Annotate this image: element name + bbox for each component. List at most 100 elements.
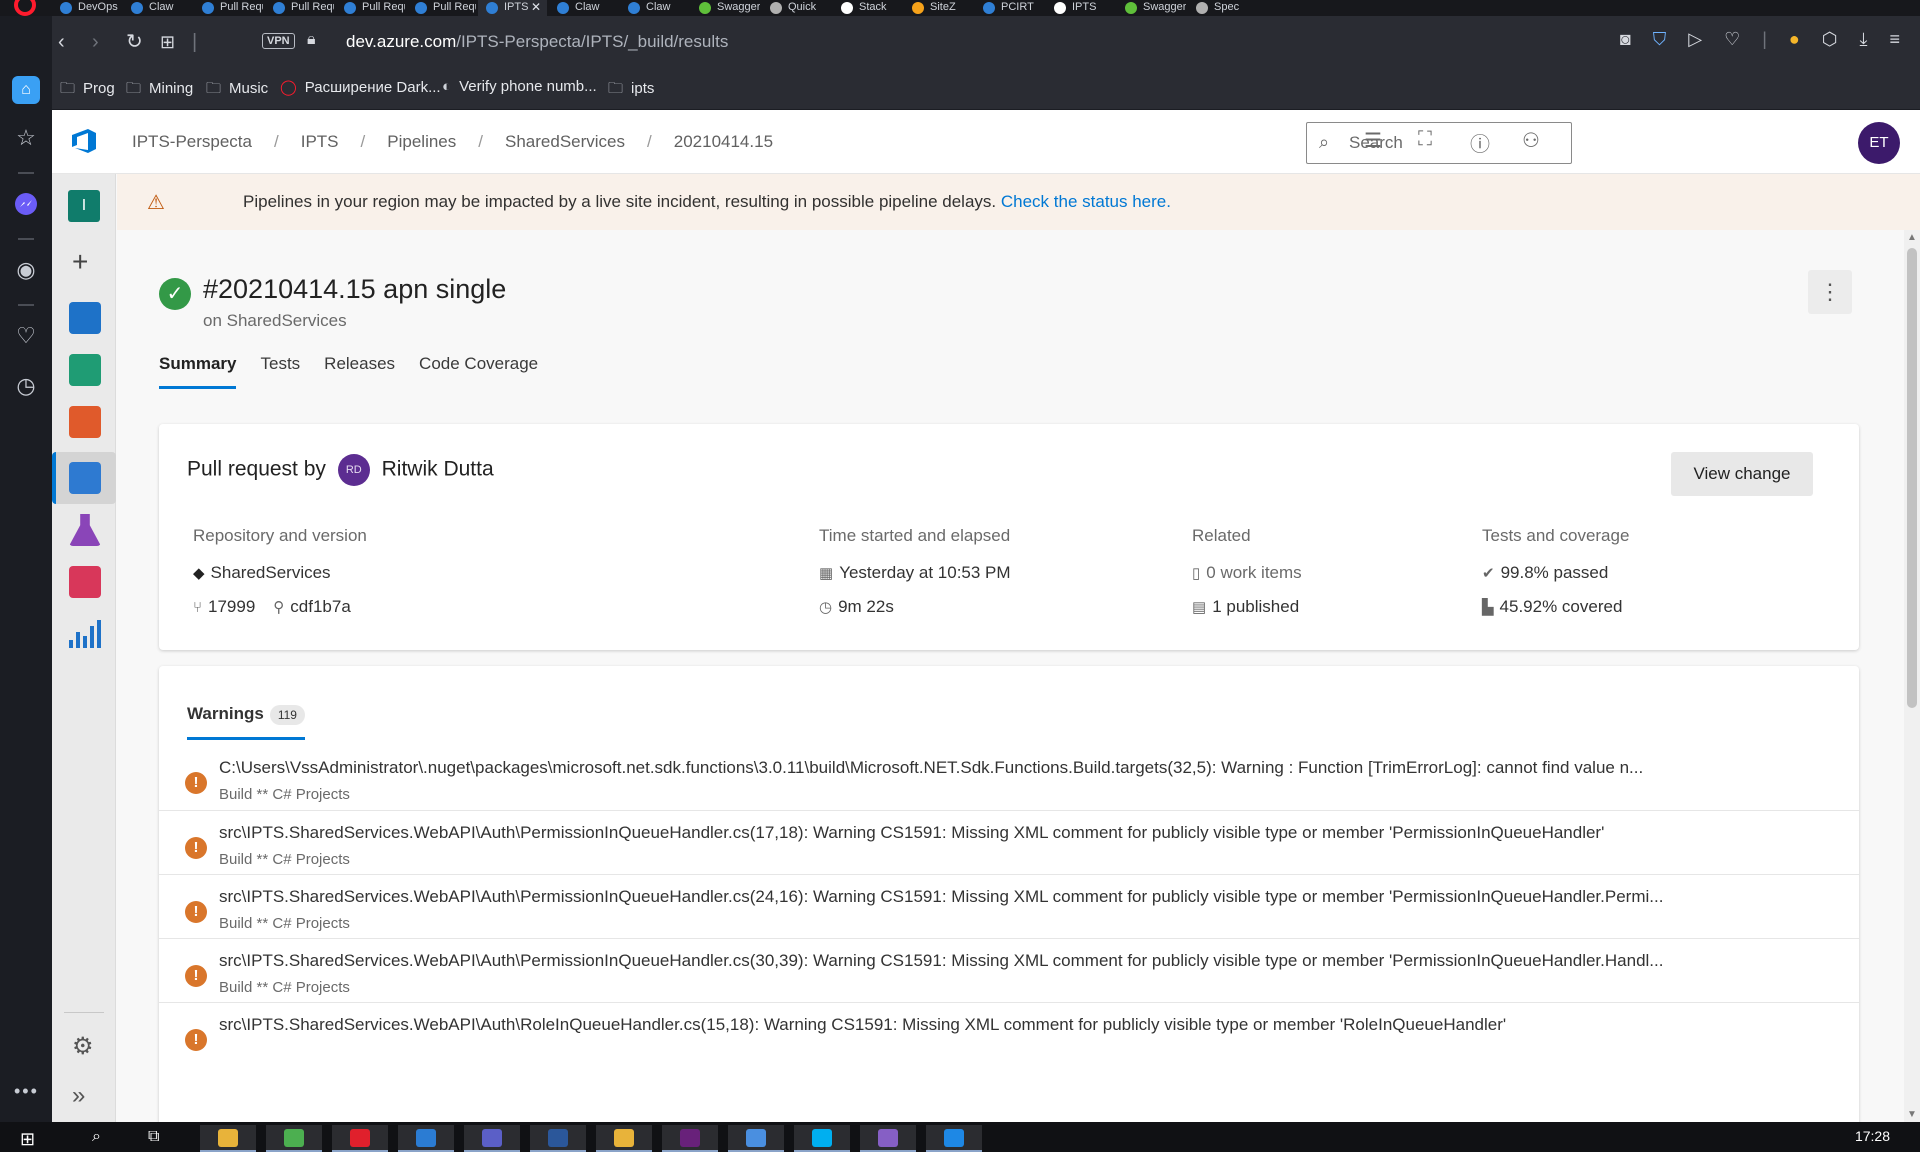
browser-tab[interactable]: Claw: [620, 0, 689, 16]
taskbar-app[interactable]: [464, 1125, 520, 1152]
tab-tests[interactable]: Tests: [260, 354, 300, 389]
work-items-list-icon[interactable]: ☰: [1364, 128, 1382, 153]
breadcrumb-item[interactable]: IPTS: [301, 132, 339, 152]
tab-releases[interactable]: Releases: [324, 354, 395, 389]
taskbar-app[interactable]: [266, 1125, 322, 1152]
breadcrumb-item[interactable]: Pipelines: [387, 132, 456, 152]
page-scrollbar[interactable]: ▲ ▼: [1904, 230, 1920, 1122]
browser-tab[interactable]: IPTS ✕: [478, 0, 547, 16]
status-link[interactable]: Check the status here.: [1001, 192, 1171, 211]
player-icon[interactable]: ◉: [12, 256, 40, 284]
browser-tab[interactable]: Stack: [833, 0, 902, 16]
breadcrumb-item[interactable]: 20210414.15: [674, 132, 773, 152]
bookmark-item[interactable]: 🗀︎ Mining: [126, 78, 193, 103]
author-name[interactable]: Ritwik Dutta: [382, 458, 494, 481]
taskbar-app[interactable]: [662, 1125, 718, 1152]
browser-tab[interactable]: Swagger: [1117, 0, 1186, 16]
taskbar-app[interactable]: [596, 1125, 652, 1152]
project-tile[interactable]: I: [68, 190, 100, 222]
forward-icon[interactable]: ›: [92, 30, 99, 54]
shield-icon[interactable]: ⛉: [1653, 29, 1667, 50]
clock[interactable]: 17:28: [1855, 1128, 1890, 1144]
browser-tab[interactable]: Pull Requests: [407, 0, 476, 16]
taskbar-search-icon[interactable]: ⌕: [92, 1128, 101, 1146]
taskbar-app[interactable]: [794, 1125, 850, 1152]
view-change-button[interactable]: View change: [1671, 452, 1813, 496]
browser-tab[interactable]: PCIRT: [975, 0, 1044, 16]
scroll-up-icon[interactable]: ▲: [1907, 232, 1917, 243]
coverage[interactable]: 45.92% covered: [1500, 597, 1623, 616]
browser-tab[interactable]: Pull Requests: [265, 0, 334, 16]
run-subtitle[interactable]: on SharedServices: [203, 311, 347, 331]
warning-row[interactable]: ! src\IPTS.SharedServices.WebAPI\Auth\Rol…: [159, 1002, 1859, 1081]
boards-icon[interactable]: [69, 354, 101, 386]
back-icon[interactable]: ‹: [58, 30, 65, 54]
artifacts-icon[interactable]: [69, 566, 101, 598]
scrollbar-thumb[interactable]: [1907, 248, 1917, 708]
commit-id[interactable]: cdf1b7a: [290, 597, 351, 616]
tab-summary[interactable]: Summary: [159, 354, 237, 389]
extensions-cube-icon[interactable]: ⬡: [1822, 29, 1838, 50]
sidebar-more-icon[interactable]: •••: [14, 1081, 39, 1102]
url-field[interactable]: dev.azure.com/IPTS-Perspecta/IPTS/_build…: [346, 32, 728, 52]
close-tab-icon[interactable]: ✕: [531, 0, 541, 14]
overview-icon[interactable]: [69, 302, 101, 334]
send-icon[interactable]: ▷: [1688, 29, 1702, 50]
menu-icon[interactable]: ≡: [1889, 29, 1900, 50]
taskbar-app[interactable]: [332, 1125, 388, 1152]
browser-tab[interactable]: Quick: [762, 0, 831, 16]
history-clock-icon[interactable]: ◷: [12, 372, 40, 400]
taskbar-app[interactable]: [926, 1125, 982, 1152]
taskbar-app[interactable]: [728, 1125, 784, 1152]
browser-tab[interactable]: Swagger: [691, 0, 760, 16]
bookmark-item[interactable]: 🗀︎ Music: [206, 78, 268, 103]
bulb-icon[interactable]: ●: [1789, 29, 1800, 50]
browser-tab[interactable]: Claw: [549, 0, 618, 16]
published-artifacts[interactable]: 1 published: [1212, 597, 1299, 616]
marketplace-bag-icon[interactable]: ⛶: [1418, 128, 1432, 151]
snapshot-camera-icon[interactable]: ◙: [1620, 29, 1631, 50]
scroll-down-icon[interactable]: ▼: [1907, 1109, 1917, 1120]
expand-nav-icon[interactable]: »: [72, 1082, 85, 1110]
breadcrumb-item[interactable]: IPTS-Perspecta: [132, 132, 252, 152]
help-icon[interactable]: ⓘ: [1470, 128, 1490, 157]
tests-passed[interactable]: 99.8% passed: [1501, 563, 1609, 582]
bookmark-item[interactable]: ◯ Расширение Dark...: [280, 78, 441, 96]
taskbar-app[interactable]: [530, 1125, 586, 1152]
bookmark-item[interactable]: ◐ Verify phone numb...: [442, 78, 597, 95]
repo-name[interactable]: SharedServices: [211, 563, 331, 582]
user-settings-icon[interactable]: ⚇: [1522, 128, 1540, 153]
browser-tab[interactable]: Claw: [123, 0, 192, 16]
bookmark-item[interactable]: 🗀︎ Prog: [60, 78, 115, 103]
browser-tab[interactable]: DevOps: [52, 0, 121, 16]
taskbar-app[interactable]: [398, 1125, 454, 1152]
messenger-icon[interactable]: [12, 190, 40, 218]
analytics-icon[interactable]: [69, 620, 101, 648]
test-plans-icon[interactable]: [69, 514, 101, 546]
bookmark-item[interactable]: 🗀︎ ipts: [608, 78, 654, 103]
download-icon[interactable]: ⤓: [1860, 29, 1868, 50]
browser-tab[interactable]: Pull Requests: [194, 0, 263, 16]
azure-devops-logo-icon[interactable]: [68, 126, 100, 158]
tabs-grid-icon[interactable]: ⊞: [160, 30, 175, 54]
project-settings-gear-icon[interactable]: ⚙: [72, 1032, 94, 1061]
speed-dial-home-icon[interactable]: ⌂: [12, 76, 40, 104]
repos-icon[interactable]: [69, 406, 101, 438]
breadcrumb-item[interactable]: SharedServices: [505, 132, 625, 152]
pipelines-icon[interactable]: [69, 462, 101, 494]
vpn-badge[interactable]: VPN: [262, 33, 295, 49]
user-avatar[interactable]: ET: [1858, 122, 1900, 164]
heart-icon[interactable]: ♡: [1724, 29, 1740, 50]
new-item-plus-icon[interactable]: +: [72, 248, 88, 276]
opera-logo-icon[interactable]: [14, 0, 36, 16]
reload-icon[interactable]: ↻: [126, 30, 143, 54]
windows-start-icon[interactable]: ⊞: [20, 1129, 35, 1150]
taskbar-app[interactable]: [860, 1125, 916, 1152]
task-view-icon[interactable]: ⧉: [148, 1128, 159, 1146]
lock-icon[interactable]: 🔒︎: [307, 31, 316, 49]
browser-tab[interactable]: SiteZ: [904, 0, 973, 16]
bookmarks-star-icon[interactable]: ☆: [12, 124, 40, 152]
browser-tab[interactable]: Spec: [1188, 0, 1257, 16]
pr-number[interactable]: 17999: [208, 597, 255, 616]
browser-tab[interactable]: IPTS: [1046, 0, 1115, 16]
